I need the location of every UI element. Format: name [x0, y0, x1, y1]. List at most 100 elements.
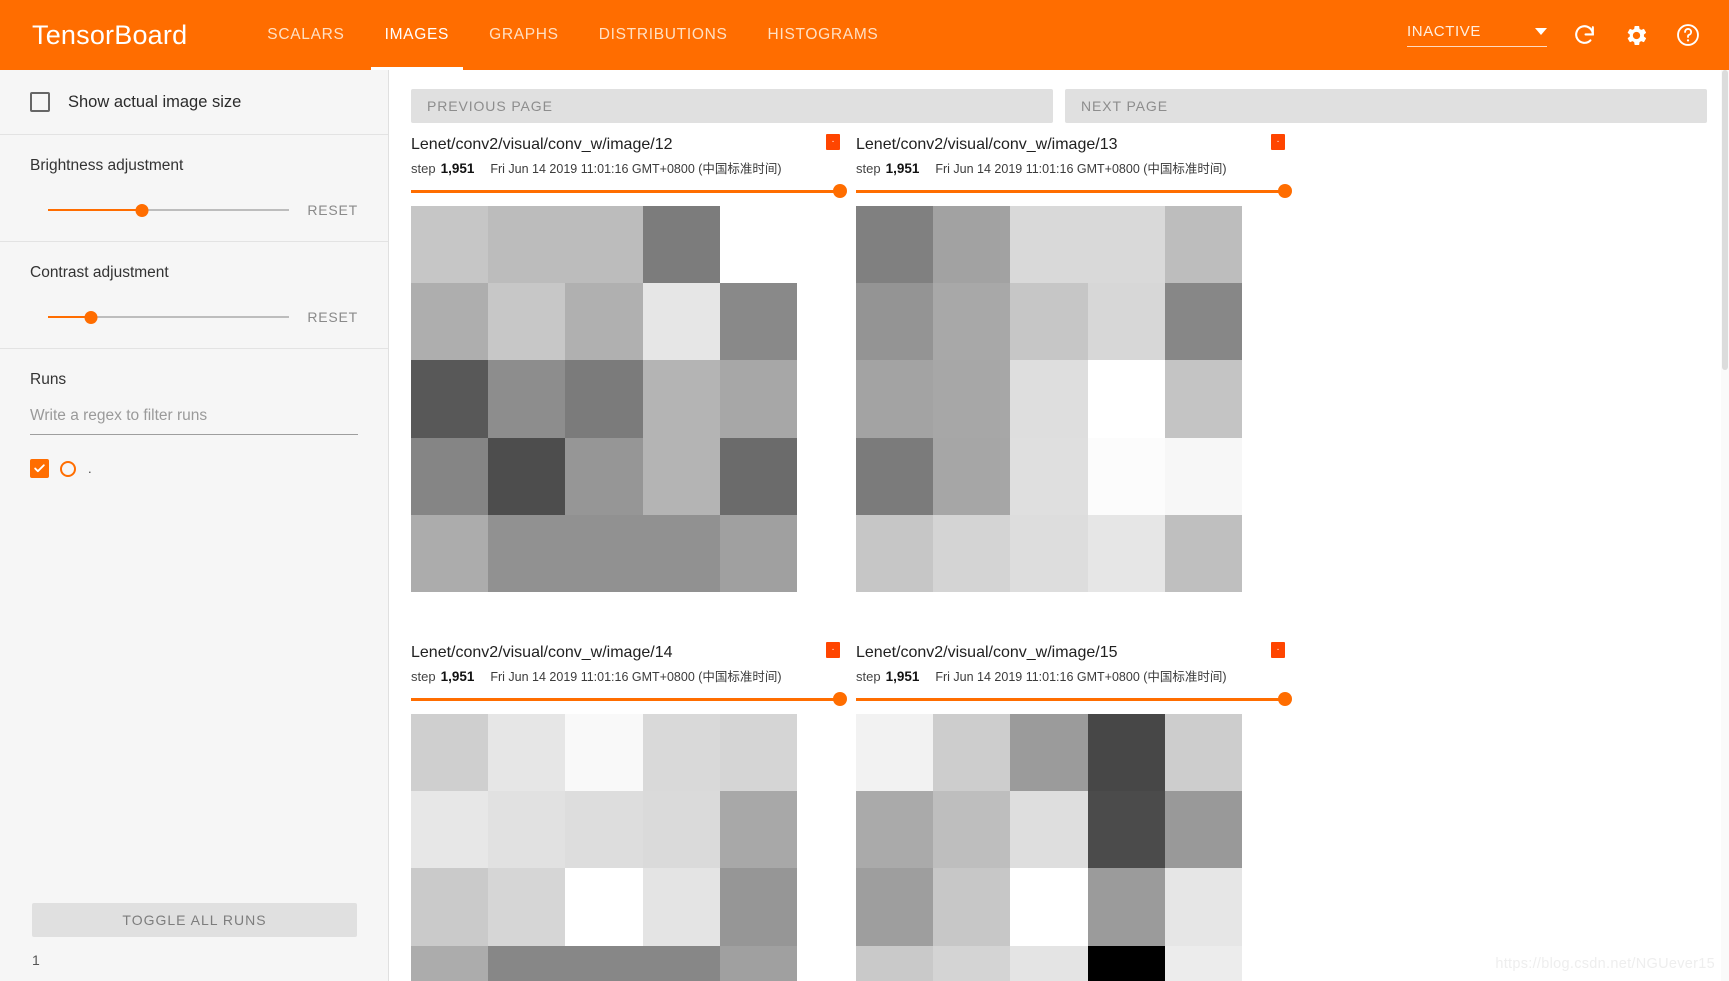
image-card-meta: step 1,951 Fri Jun 14 2019 11:01:16 GMT+08… [856, 158, 1285, 177]
image-pixel [1087, 206, 1165, 284]
contrast-reset-button[interactable]: RESET [307, 309, 358, 325]
image-pixel [933, 714, 1011, 792]
help-circle-icon[interactable] [1673, 20, 1703, 50]
step-slider-knob[interactable] [1278, 692, 1292, 707]
image-pixel [411, 283, 489, 361]
image-pixel [933, 283, 1011, 361]
contrast-slider[interactable] [30, 308, 290, 326]
image-pixel [565, 791, 643, 869]
image-pixel [856, 437, 934, 515]
image-pixel [1087, 514, 1165, 593]
image-pixel [933, 437, 1011, 515]
image-pixel [642, 945, 720, 981]
image-pixel [565, 514, 643, 593]
image-card-badge: · [826, 642, 840, 659]
image-pixel [719, 206, 798, 284]
run-status-value: INACTIVE [1407, 23, 1481, 40]
step-slider-knob[interactable] [833, 184, 847, 198]
step-label: step [856, 161, 881, 176]
run-item[interactable]: . [30, 459, 358, 478]
image-pixel [642, 868, 720, 946]
image-pixel-grid[interactable] [411, 206, 798, 593]
brightness-slider-knob[interactable] [135, 204, 149, 217]
image-pixel [856, 791, 934, 869]
image-pixel [1087, 868, 1165, 946]
image-pixel-grid[interactable] [411, 714, 798, 981]
toggle-all-runs-button[interactable]: TOGGLE ALL RUNS [32, 903, 357, 937]
image-card-title: Lenet/conv2/visual/conv_w/image/15 [856, 644, 1118, 662]
image-pixel [488, 868, 566, 946]
image-pixel [488, 714, 566, 792]
image-pixel [1010, 437, 1088, 515]
image-card-grid: Lenet/conv2/visual/conv_w/image/12 · step 1… [389, 123, 1729, 981]
image-pixel [565, 437, 643, 515]
image-pixel [488, 206, 566, 284]
image-pixel [933, 791, 1011, 869]
run-status-dropdown[interactable]: INACTIVE [1407, 23, 1547, 47]
brightness-slider-fill [48, 209, 143, 211]
tab-graphs[interactable]: GRAPHS [469, 0, 579, 70]
tab-histograms[interactable]: HISTOGRAMS [748, 0, 899, 70]
tab-histograms-label: HISTOGRAMS [767, 26, 879, 43]
sidebar-section-runs: Runs . [0, 349, 388, 500]
tab-images-label: IMAGES [384, 26, 450, 43]
step-slider-knob[interactable] [833, 692, 847, 707]
image-pixel [856, 360, 934, 438]
sidebar: Show actual image size Brightness adjust… [0, 70, 389, 981]
image-pixel [1087, 360, 1165, 438]
step-slider[interactable] [856, 184, 1292, 198]
next-page-button[interactable]: NEXT PAGE [1065, 89, 1707, 123]
tab-distributions-label: DISTRIBUTIONS [598, 26, 728, 43]
run-name: . [88, 461, 92, 476]
show-actual-image-size-checkbox[interactable] [30, 92, 50, 112]
image-card-title: Lenet/conv2/visual/conv_w/image/14 [411, 644, 673, 662]
tab-scalars[interactable]: SCALARS [247, 0, 364, 70]
image-pixel [856, 714, 934, 792]
image-pixel [1164, 360, 1243, 438]
refresh-icon[interactable] [1569, 20, 1599, 50]
pagination-bar: PREVIOUS PAGE NEXT PAGE [389, 70, 1729, 123]
image-pixel-grid[interactable] [856, 714, 1243, 981]
scrollbar-thumb[interactable] [1722, 70, 1728, 370]
step-slider[interactable] [411, 692, 847, 707]
run-color-swatch [60, 460, 76, 477]
contrast-label: Contrast adjustment [30, 264, 169, 281]
image-card-meta: step 1,951 Fri Jun 14 2019 11:01:16 GMT+08… [856, 666, 1285, 685]
step-slider[interactable] [411, 184, 847, 198]
step-slider-knob[interactable] [1278, 184, 1292, 198]
nav-tabs: SCALARS IMAGES GRAPHS DISTRIBUTIONS HIST… [247, 0, 898, 70]
image-pixel [565, 360, 643, 438]
image-pixel [719, 360, 798, 438]
tab-distributions[interactable]: DISTRIBUTIONS [579, 0, 748, 70]
image-pixel [488, 514, 566, 593]
main-scrollbar[interactable] [1721, 70, 1729, 981]
runs-filter-input[interactable] [30, 407, 358, 435]
brightness-slider[interactable] [30, 201, 290, 219]
step-value: 1,951 [885, 669, 920, 685]
image-pixel [933, 206, 1011, 284]
image-pixel-grid[interactable] [856, 206, 1243, 593]
image-timestamp: Fri Jun 14 2019 11:01:16 GMT+0800 (中国标准时… [490, 670, 782, 685]
brightness-slider-row: RESET [30, 201, 358, 219]
brightness-reset-button[interactable]: RESET [307, 202, 358, 218]
image-pixel [1010, 945, 1088, 981]
step-value: 1,951 [885, 161, 920, 176]
image-pixel [411, 714, 489, 792]
step-value: 1,951 [440, 161, 475, 176]
previous-page-button[interactable]: PREVIOUS PAGE [411, 89, 1053, 123]
image-pixel [933, 945, 1011, 981]
step-slider-track [856, 190, 1285, 193]
show-actual-image-size-row[interactable]: Show actual image size [30, 92, 358, 112]
image-pixel [1087, 283, 1165, 361]
image-pixel [719, 437, 798, 515]
tab-images[interactable]: IMAGES [365, 0, 470, 70]
image-pixel [1087, 714, 1165, 792]
run-checkbox[interactable] [30, 459, 49, 478]
image-pixel [1010, 206, 1088, 284]
image-pixel [856, 283, 934, 361]
header-actions: INACTIVE [1407, 20, 1729, 50]
contrast-slider-knob[interactable] [84, 311, 98, 324]
step-slider[interactable] [856, 692, 1292, 707]
settings-gear-icon[interactable] [1621, 20, 1651, 50]
image-card: Lenet/conv2/visual/conv_w/image/12 · step 1… [411, 134, 847, 593]
